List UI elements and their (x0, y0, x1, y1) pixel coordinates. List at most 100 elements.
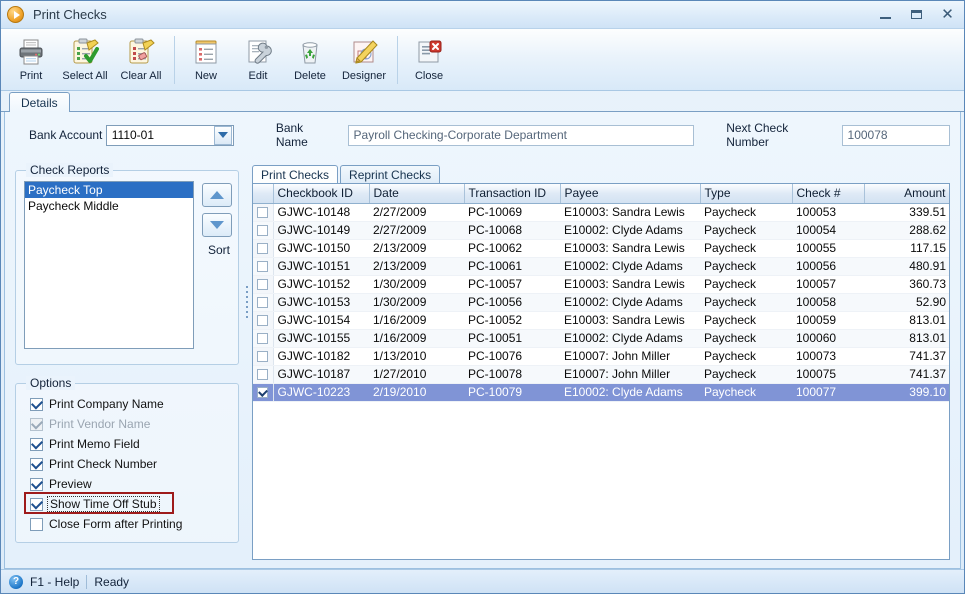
close-button[interactable]: Close (403, 32, 455, 88)
checkbox-preview[interactable] (30, 478, 43, 491)
row-checkbox[interactable] (257, 387, 268, 398)
table-row[interactable]: GJWC-10153 1/30/2009 PC-10056 E10002: Cl… (253, 293, 950, 311)
table-row[interactable]: GJWC-10152 1/30/2009 PC-10057 E10003: Sa… (253, 275, 950, 293)
row-checkbox-cell[interactable] (253, 311, 273, 329)
sort-down-button[interactable] (202, 213, 232, 237)
close-button-label: Close (415, 70, 443, 82)
delete-button[interactable]: Delete (284, 32, 336, 88)
option-print-memo-field[interactable]: Print Memo Field (16, 434, 238, 454)
checkbox-print-company-name[interactable] (30, 398, 43, 411)
help-label[interactable]: F1 - Help (30, 575, 79, 589)
column-header-type[interactable]: Type (700, 184, 792, 203)
tab-print-checks[interactable]: Print Checks (252, 165, 338, 183)
row-checkbox-cell[interactable] (253, 365, 273, 383)
cell-amount: 360.73 (864, 275, 950, 293)
print-button[interactable]: Print (5, 32, 57, 88)
option-label: Preview (49, 477, 92, 491)
cell-type: Paycheck (700, 347, 792, 365)
cell-date: 2/13/2009 (369, 239, 464, 257)
table-row[interactable]: GJWC-10150 2/13/2009 PC-10062 E10003: Sa… (253, 239, 950, 257)
next-check-number-field[interactable]: 100078 (842, 125, 950, 146)
edit-button-label: Edit (249, 70, 268, 82)
row-checkbox-cell[interactable] (253, 293, 273, 311)
row-checkbox-cell[interactable] (253, 347, 273, 365)
column-header-select[interactable] (253, 184, 273, 203)
tab-reprint-checks-label: Reprint Checks (349, 168, 431, 182)
select-all-button[interactable]: Select All (57, 32, 113, 88)
tab-details[interactable]: Details (9, 92, 70, 112)
row-checkbox[interactable] (257, 207, 268, 218)
minimize-button[interactable] (871, 5, 900, 25)
new-button[interactable]: New (180, 32, 232, 88)
option-label: Print Check Number (49, 457, 157, 471)
pane-splitter[interactable] (244, 282, 250, 322)
row-checkbox-cell[interactable] (253, 203, 273, 221)
next-check-number-label: Next Check Number (726, 121, 832, 149)
row-checkbox[interactable] (257, 369, 268, 380)
cell-type: Paycheck (700, 383, 792, 401)
column-header-checkbook-id[interactable]: Checkbook ID (273, 184, 369, 203)
option-label: Show Time Off Stub (47, 496, 160, 512)
row-checkbox[interactable] (257, 333, 268, 344)
checkbox-print-check-number[interactable] (30, 458, 43, 471)
table-row[interactable]: GJWC-10151 2/13/2009 PC-10061 E10002: Cl… (253, 257, 950, 275)
row-checkbox[interactable] (257, 243, 268, 254)
row-checkbox-cell[interactable] (253, 329, 273, 347)
row-checkbox-cell[interactable] (253, 275, 273, 293)
table-row[interactable]: GJWC-10149 2/27/2009 PC-10068 E10002: Cl… (253, 221, 950, 239)
table-row[interactable]: GJWC-10154 1/16/2009 PC-10052 E10003: Sa… (253, 311, 950, 329)
list-item-label: Paycheck Middle (28, 199, 119, 213)
list-item-paycheck-top[interactable]: Paycheck Top (25, 182, 193, 198)
row-checkbox[interactable] (257, 297, 268, 308)
column-header-amount[interactable]: Amount (864, 184, 950, 203)
check-reports-listbox[interactable]: Paycheck Top Paycheck Middle (24, 181, 194, 349)
column-header-transaction-id[interactable]: Transaction ID (464, 184, 560, 203)
row-checkbox[interactable] (257, 261, 268, 272)
chevron-down-icon[interactable] (214, 126, 232, 145)
bank-account-dropdown[interactable]: 1110-01 (106, 125, 234, 146)
cell-checkbook-id: GJWC-10149 (273, 221, 369, 239)
option-close-form-after-printing[interactable]: Close Form after Printing (16, 514, 238, 534)
table-row[interactable]: GJWC-10223 2/19/2010 PC-10079 E10002: Cl… (253, 383, 950, 401)
bank-name-field[interactable]: Payroll Checking-Corporate Department (348, 125, 695, 146)
window-controls: ✕ (871, 5, 962, 25)
clear-all-button[interactable]: Clear All (113, 32, 169, 88)
grid-body: GJWC-10148 2/27/2009 PC-10069 E10003: Sa… (253, 203, 950, 401)
designer-button[interactable]: Designer (336, 32, 392, 88)
table-row[interactable]: GJWC-10182 1/13/2010 PC-10076 E10007: Jo… (253, 347, 950, 365)
edit-button[interactable]: Edit (232, 32, 284, 88)
cell-amount: 741.37 (864, 365, 950, 383)
column-header-date[interactable]: Date (369, 184, 464, 203)
cell-transaction-id: PC-10069 (464, 203, 560, 221)
checkbox-print-memo-field[interactable] (30, 438, 43, 451)
row-checkbox-cell[interactable] (253, 221, 273, 239)
cell-check-number: 100057 (792, 275, 864, 293)
column-header-payee[interactable]: Payee (560, 184, 700, 203)
row-checkbox-cell[interactable] (253, 239, 273, 257)
tab-reprint-checks[interactable]: Reprint Checks (340, 165, 440, 183)
option-print-company-name[interactable]: Print Company Name (16, 394, 238, 414)
row-checkbox-cell[interactable] (253, 257, 273, 275)
row-checkbox[interactable] (257, 225, 268, 236)
cell-checkbook-id: GJWC-10155 (273, 329, 369, 347)
table-row[interactable]: GJWC-10155 1/16/2009 PC-10051 E10002: Cl… (253, 329, 950, 347)
checkbox-show-time-off-stub[interactable] (30, 498, 43, 511)
table-row[interactable]: GJWC-10148 2/27/2009 PC-10069 E10003: Sa… (253, 203, 950, 221)
option-preview[interactable]: Preview (16, 474, 238, 494)
sort-up-button[interactable] (202, 183, 232, 207)
maximize-button[interactable] (902, 5, 931, 25)
row-checkbox[interactable] (257, 279, 268, 290)
row-checkbox-cell[interactable] (253, 383, 273, 401)
list-item-paycheck-middle[interactable]: Paycheck Middle (25, 198, 193, 214)
option-print-vendor-name: Print Vendor Name (16, 414, 238, 434)
row-checkbox[interactable] (257, 351, 268, 362)
checkbox-close-form-after-printing[interactable] (30, 518, 43, 531)
option-print-check-number[interactable]: Print Check Number (16, 454, 238, 474)
column-header-check-number[interactable]: Check # (792, 184, 864, 203)
cell-checkbook-id: GJWC-10148 (273, 203, 369, 221)
option-show-time-off-stub[interactable]: Show Time Off Stub (16, 494, 238, 514)
row-checkbox[interactable] (257, 315, 268, 326)
triangle-down-icon (210, 221, 224, 229)
table-row[interactable]: GJWC-10187 1/27/2010 PC-10078 E10007: Jo… (253, 365, 950, 383)
close-window-button[interactable]: ✕ (933, 5, 962, 25)
